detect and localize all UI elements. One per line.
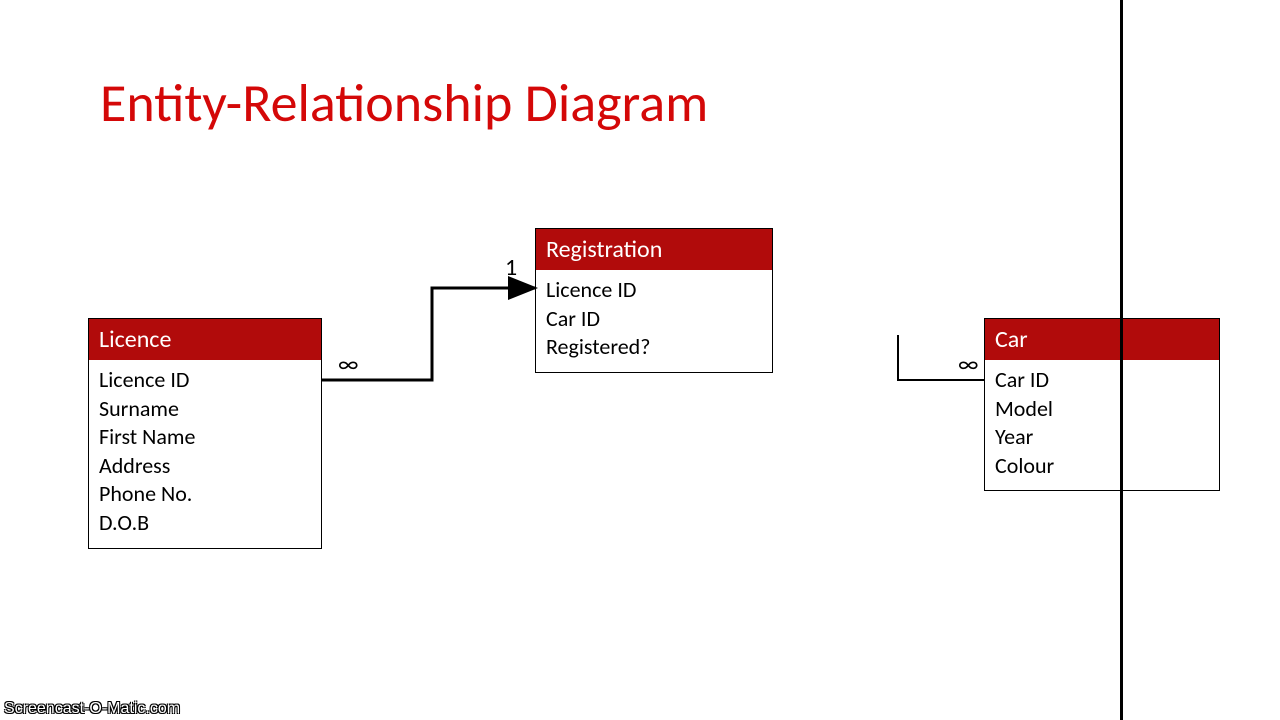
entity-licence-header: Licence <box>89 319 321 360</box>
entity-car: Car Car ID Model Year Colour <box>984 318 1220 491</box>
diagram-title: Entity-Relationship Diagram <box>100 70 708 136</box>
entity-car-body: Car ID Model Year Colour <box>985 360 1219 490</box>
entity-registration-header: Registration <box>536 229 772 270</box>
watermark: Screencast-O-Matic.com <box>0 698 184 720</box>
entity-attr: Licence ID <box>99 366 311 395</box>
entity-attr: First Name <box>99 423 311 452</box>
entity-attr: Registered? <box>546 333 762 362</box>
cardinality-licence: ∞ <box>338 350 358 379</box>
entity-registration: Registration Licence ID Car ID Registere… <box>535 228 773 373</box>
entity-licence: Licence Licence ID Surname First Name Ad… <box>88 318 322 549</box>
cardinality-registration: 1 <box>505 253 517 282</box>
entity-attr: Colour <box>995 452 1209 481</box>
entity-car-header: Car <box>985 319 1219 360</box>
entity-attr: Car ID <box>546 305 762 334</box>
entity-registration-body: Licence ID Car ID Registered? <box>536 270 772 372</box>
entity-attr: Surname <box>99 395 311 424</box>
entity-attr: Year <box>995 423 1209 452</box>
vertical-divider <box>1120 0 1123 720</box>
entity-licence-body: Licence ID Surname First Name Address Ph… <box>89 360 321 548</box>
entity-attr: Address <box>99 452 311 481</box>
entity-attr: Licence ID <box>546 276 762 305</box>
entity-attr: Car ID <box>995 366 1209 395</box>
cardinality-car: ∞ <box>958 350 978 379</box>
entity-attr: Phone No. <box>99 480 311 509</box>
entity-attr: Model <box>995 395 1209 424</box>
entity-attr: D.O.B <box>99 509 311 538</box>
